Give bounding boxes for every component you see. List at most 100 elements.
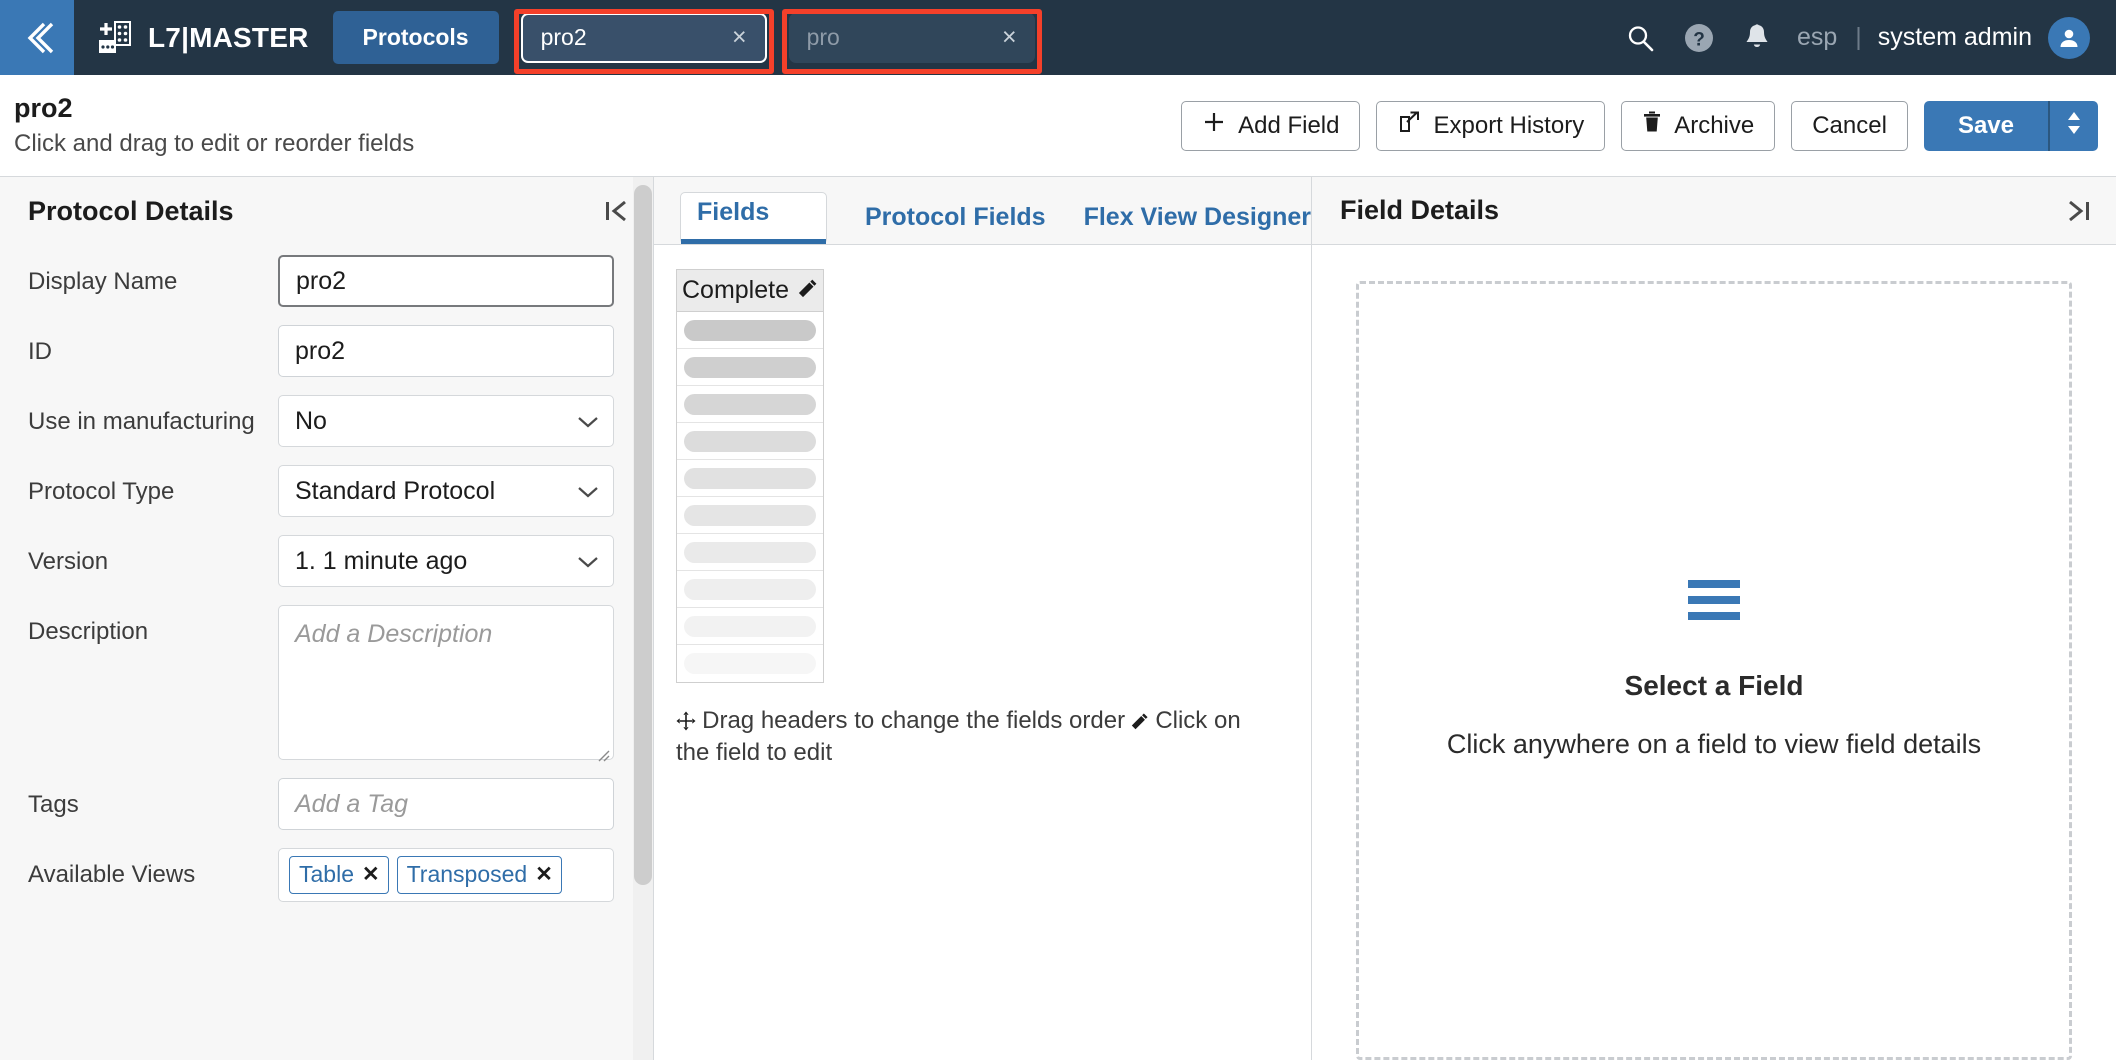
plus-icon <box>1202 110 1226 141</box>
view-chip-table-remove-icon[interactable]: ✕ <box>362 862 380 887</box>
chevron-down-icon <box>577 547 599 576</box>
pencil-icon <box>1125 708 1155 733</box>
svg-text:?: ? <box>1693 29 1705 50</box>
left-panel-scrollbar-thumb[interactable] <box>634 185 652 885</box>
field-list-row-placeholder <box>684 578 816 600</box>
external-link-icon <box>1397 110 1421 141</box>
control-display-name: pro2 <box>278 255 625 307</box>
search-icon[interactable] <box>1611 23 1669 53</box>
field-details-empty-state: Select a Field Click anywhere on a field… <box>1356 281 2072 1060</box>
control-use-in-manufacturing: No <box>278 395 625 447</box>
brand-block[interactable]: L7|MASTER <box>74 0 333 75</box>
field-details-panel: Field Details Select a Field Click anywh… <box>1312 177 2116 1060</box>
protocol-details-title: Protocol Details <box>28 195 234 226</box>
field-list-row[interactable] <box>677 571 823 608</box>
search-chip-2-wrapper: pro × <box>781 8 1042 74</box>
search-chip-2-close-icon[interactable]: × <box>998 25 1021 50</box>
collapse-right-icon[interactable] <box>2066 198 2092 224</box>
control-protocol-type: Standard Protocol <box>278 465 625 517</box>
language-selector[interactable]: esp <box>1785 23 1845 52</box>
field-list-row[interactable] <box>677 460 823 497</box>
chevron-down-icon <box>577 477 599 506</box>
field-details-body: Select a Field Click anywhere on a field… <box>1312 245 2116 1060</box>
save-dropdown-button[interactable] <box>2048 100 2098 151</box>
fields-panel-hint: Drag headers to change the fields order … <box>676 705 1276 770</box>
search-chip-2[interactable]: pro × <box>788 12 1035 63</box>
add-field-label: Add Field <box>1238 111 1340 139</box>
save-split-button-group: Save <box>1923 100 2098 151</box>
page-title-block: pro2 Click and drag to edit or reorder f… <box>0 93 414 157</box>
field-list-row-placeholder <box>684 541 816 563</box>
view-chip-transposed-remove-icon[interactable]: ✕ <box>535 862 553 887</box>
form-row-display-name: Display Name pro2 <box>0 255 653 307</box>
field-list-skeleton-rows <box>677 312 823 682</box>
field-list-row-placeholder <box>684 653 816 674</box>
collapse-left-icon[interactable] <box>603 198 629 224</box>
field-list-table: Complete <box>676 269 824 683</box>
nav-protocols-button[interactable]: Protocols <box>332 11 499 64</box>
field-list-row[interactable] <box>677 312 823 349</box>
resize-grip-icon[interactable] <box>594 740 610 762</box>
protocol-type-value: Standard Protocol <box>295 476 496 505</box>
use-in-manufacturing-select[interactable]: No <box>278 395 614 447</box>
protocol-type-select[interactable]: Standard Protocol <box>278 465 614 517</box>
field-list-row-placeholder <box>684 615 816 637</box>
search-chip-1[interactable]: pro2 × <box>520 12 767 63</box>
brand-name: L7|MASTER <box>148 21 309 53</box>
use-in-manufacturing-value: No <box>295 406 327 435</box>
control-tags: Add a Tag <box>278 778 625 830</box>
view-chip-table[interactable]: Table ✕ <box>289 856 389 894</box>
pencil-icon[interactable] <box>798 276 818 305</box>
page-subtitle: Click and drag to edit or reorder fields <box>14 129 415 157</box>
bell-icon[interactable] <box>1729 22 1785 54</box>
search-chip-2-placeholder: pro <box>806 24 840 50</box>
export-history-button[interactable]: Export History <box>1376 100 1606 151</box>
version-select[interactable]: 1. 1 minute ago <box>278 535 614 587</box>
username-label[interactable]: system admin <box>1872 23 2048 52</box>
tags-input[interactable]: Add a Tag <box>278 778 614 830</box>
field-list-row-placeholder <box>684 356 816 378</box>
form-row-use-in-manufacturing: Use in manufacturing No <box>0 395 653 447</box>
label-tags: Tags <box>28 791 79 818</box>
field-list-row-placeholder <box>684 504 816 526</box>
save-button[interactable]: Save <box>1923 100 2048 151</box>
search-chip-1-close-icon[interactable]: × <box>728 25 751 50</box>
field-list-row-placeholder <box>684 430 816 452</box>
field-list-row[interactable] <box>677 608 823 645</box>
protocol-details-form: Display Name pro2 ID pro2 Use in manufac… <box>0 245 653 902</box>
field-list-header-complete[interactable]: Complete <box>677 270 823 312</box>
field-list-row[interactable] <box>677 423 823 460</box>
field-list-row[interactable] <box>677 534 823 571</box>
id-input[interactable]: pro2 <box>278 325 614 377</box>
tab-flex-view-designer[interactable]: Flex View Designer <box>1084 203 1311 244</box>
left-panel-scrollbar-track[interactable] <box>633 177 653 1060</box>
field-list-row[interactable] <box>677 645 823 682</box>
add-field-button[interactable]: Add Field <box>1181 100 1361 151</box>
description-textarea[interactable]: Add a Description <box>278 605 614 762</box>
control-version: 1. 1 minute ago <box>278 535 625 587</box>
id-value: pro2 <box>295 336 346 365</box>
available-views-field[interactable]: Table ✕ Transposed ✕ <box>278 848 614 902</box>
back-button[interactable] <box>0 0 74 75</box>
microplate-add-icon <box>96 19 134 57</box>
field-list-row[interactable] <box>677 386 823 423</box>
field-list-header-label: Complete <box>682 276 789 304</box>
help-circle-icon[interactable]: ? <box>1669 22 1729 54</box>
field-details-title: Field Details <box>1340 195 1500 225</box>
user-avatar-icon[interactable] <box>2048 16 2090 59</box>
hint-drag-text: Drag headers to change the fields order <box>702 707 1126 734</box>
control-id: pro2 <box>278 325 625 377</box>
display-name-input[interactable]: pro2 <box>278 255 614 307</box>
form-row-protocol-type: Protocol Type Standard Protocol <box>0 465 653 517</box>
archive-button[interactable]: Archive <box>1621 100 1776 151</box>
view-chip-transposed[interactable]: Transposed ✕ <box>396 856 562 894</box>
tab-fields[interactable]: Fields <box>680 192 827 244</box>
archive-label: Archive <box>1674 111 1755 139</box>
field-list-row[interactable] <box>677 497 823 534</box>
form-row-description: Description Add a Description <box>0 605 653 762</box>
trash-icon <box>1642 110 1662 141</box>
tab-protocol-fields[interactable]: Protocol Fields <box>865 203 1046 244</box>
control-available-views: Table ✕ Transposed ✕ <box>278 848 625 902</box>
cancel-button[interactable]: Cancel <box>1791 100 1908 151</box>
field-list-row[interactable] <box>677 349 823 386</box>
